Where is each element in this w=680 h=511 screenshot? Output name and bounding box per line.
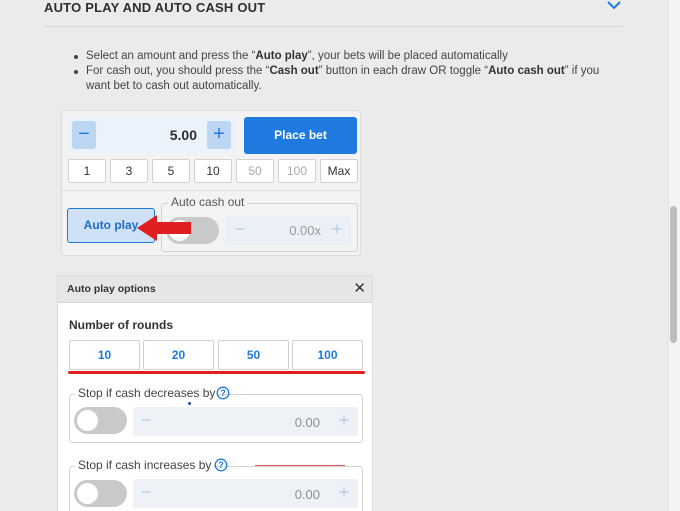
quick-amount-button[interactable]: 50 bbox=[236, 159, 274, 183]
rounds-option-button[interactable]: 10 bbox=[69, 340, 140, 370]
section-header[interactable]: AUTO PLAY AND AUTO CASH OUT bbox=[44, 0, 622, 27]
red-arrow-annotation bbox=[137, 215, 191, 241]
stop-increase-label: Stop if cash increases by bbox=[75, 458, 215, 472]
instruction-item: For cash out, you should press the “Cash… bbox=[74, 64, 619, 94]
auto-play-options-title: Auto play options bbox=[67, 283, 156, 295]
toggle-knob bbox=[77, 483, 98, 504]
stop-decrease-toggle[interactable] bbox=[74, 407, 127, 434]
place-bet-button[interactable]: Place bet bbox=[244, 117, 357, 154]
bet-amount-stepper: − 5.00 + bbox=[68, 117, 235, 153]
instructions-list: Select an amount and press the “Auto pla… bbox=[74, 49, 619, 94]
stop-increase-stepper: − 0.00 + bbox=[133, 479, 358, 508]
increase-multiplier-button[interactable]: + bbox=[326, 218, 348, 242]
quick-amount-button[interactable]: 5 bbox=[152, 159, 190, 183]
stop-decrease-label: Stop if cash decreases by bbox=[75, 386, 219, 400]
svg-text:?: ? bbox=[220, 388, 226, 398]
increase-button[interactable]: + bbox=[333, 409, 355, 433]
chevron-down-icon[interactable] bbox=[606, 0, 622, 12]
instruction-text: ”, your bets will be placed automaticall… bbox=[307, 50, 508, 62]
rounds-option-button[interactable]: 100 bbox=[292, 340, 363, 370]
decrease-multiplier-button[interactable]: − bbox=[229, 218, 251, 242]
close-icon[interactable]: ✕ bbox=[353, 281, 366, 296]
instruction-text: Select an amount and press the “ bbox=[86, 50, 256, 62]
cash-out-multiplier-stepper: − 0.00x + bbox=[226, 216, 351, 245]
page: AUTO PLAY AND AUTO CASH OUT Select an am… bbox=[0, 0, 680, 511]
help-icon[interactable]: ? bbox=[216, 386, 230, 400]
help-icon[interactable]: ? bbox=[214, 458, 228, 472]
decrease-button[interactable]: − bbox=[135, 409, 157, 433]
divider bbox=[62, 190, 360, 191]
quick-amount-button[interactable]: 100 bbox=[278, 159, 316, 183]
scrollbar-thumb[interactable] bbox=[670, 206, 677, 343]
rounds-option-button[interactable]: 50 bbox=[218, 340, 289, 370]
decrease-button[interactable]: − bbox=[135, 481, 157, 505]
quick-amount-max-button[interactable]: Max bbox=[320, 159, 358, 183]
increase-button[interactable]: + bbox=[333, 481, 355, 505]
number-of-rounds-label: Number of rounds bbox=[69, 318, 173, 332]
svg-text:?: ? bbox=[218, 460, 224, 470]
red-line-annotation bbox=[255, 465, 345, 466]
decrease-amount-button[interactable]: − bbox=[72, 121, 96, 149]
rounds-option-button[interactable]: 20 bbox=[143, 340, 214, 370]
quick-amount-button[interactable]: 10 bbox=[194, 159, 232, 183]
stop-increase-toggle[interactable] bbox=[74, 480, 127, 507]
instruction-text: ” button in each draw OR toggle “ bbox=[318, 65, 489, 77]
multiplier-value[interactable]: 0.00x bbox=[289, 223, 321, 238]
quick-amount-button[interactable]: 3 bbox=[110, 159, 148, 183]
section-title: AUTO PLAY AND AUTO CASH OUT bbox=[44, 0, 266, 15]
instruction-bold: Auto play bbox=[255, 50, 308, 62]
stop-decrease-value[interactable]: 0.00 bbox=[295, 415, 320, 430]
red-underline-annotation bbox=[68, 371, 365, 374]
instruction-bold: Cash out bbox=[269, 65, 319, 77]
cursor-dot bbox=[188, 402, 191, 405]
bet-panel: − 5.00 + Place bet 1 3 5 10 50 100 Max A… bbox=[61, 110, 361, 256]
instruction-bold: Auto cash out bbox=[488, 65, 565, 77]
increase-amount-button[interactable]: + bbox=[207, 121, 231, 149]
auto-play-options-header: Auto play options ✕ bbox=[58, 276, 372, 303]
stop-increase-value[interactable]: 0.00 bbox=[295, 487, 320, 502]
instruction-item: Select an amount and press the “Auto pla… bbox=[74, 49, 619, 64]
toggle-knob bbox=[77, 410, 98, 431]
auto-play-options-panel: Auto play options ✕ Number of rounds 10 … bbox=[57, 275, 373, 511]
help-content: AUTO PLAY AND AUTO CASH OUT Select an am… bbox=[44, 0, 622, 511]
quick-amount-button[interactable]: 1 bbox=[68, 159, 106, 183]
instruction-text: For cash out, you should press the “ bbox=[86, 65, 270, 77]
stop-decrease-stepper: − 0.00 + bbox=[133, 407, 358, 436]
bet-amount-value[interactable]: 5.00 bbox=[170, 127, 197, 143]
auto-cash-out-label: Auto cash out bbox=[168, 195, 248, 209]
